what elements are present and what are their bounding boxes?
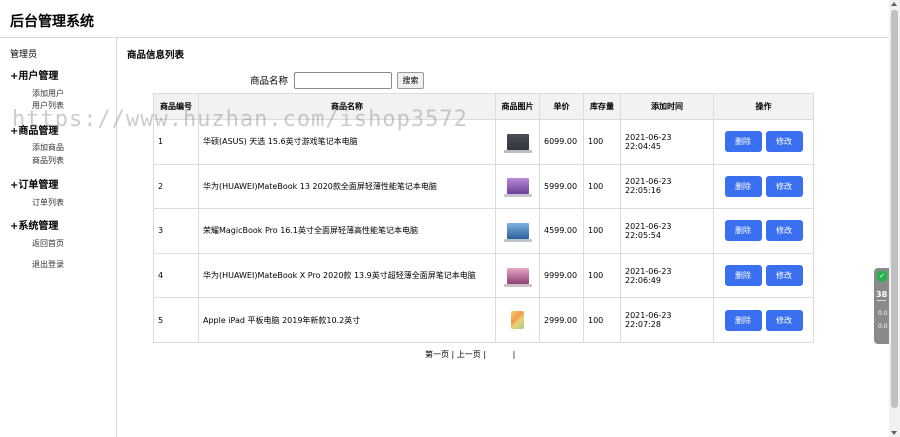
cell-image (495, 297, 540, 343)
col-header-actions: 操作 (713, 93, 814, 120)
search-button[interactable]: 搜索 (397, 71, 425, 89)
vertical-scrollbar[interactable] (889, 0, 900, 437)
edit-button[interactable]: 修改 (765, 265, 803, 287)
first-page-link[interactable]: 第一页 (425, 350, 449, 359)
cell-price: 2999.00 (539, 297, 584, 343)
cell-price: 6099.00 (539, 119, 584, 165)
cell-image (495, 208, 540, 254)
cell-time: 2021-06-23 22:05:54 (620, 208, 714, 254)
watermark-text: https://www.huzhan.com/ishop3572 (12, 107, 468, 132)
cell-time: 2021-06-23 22:07:28 (620, 297, 714, 343)
scrollbar-thumb[interactable] (891, 10, 898, 408)
sidebar-item-product-list[interactable]: 商品列表 (32, 155, 64, 166)
cell-name: Apple iPad 平板电脑 2019年新款10.2英寸 (198, 297, 496, 343)
sidebar-item-home[interactable]: 返回首页 (32, 238, 64, 249)
edit-button[interactable]: 修改 (765, 175, 803, 197)
table-row: 2 华为(HUAWEI)MateBook 13 2020款全面屏轻薄性能笔记本电… (153, 163, 814, 210)
search-input[interactable] (294, 71, 393, 89)
product-image (503, 222, 532, 242)
cell-name: 华为(HUAWEI)MateBook X Pro 2020款 13.9英寸超轻薄… (198, 252, 496, 299)
cell-actions: 删除 修改 (713, 208, 814, 254)
widget-number: 38 (876, 290, 888, 299)
cell-time: 2021-06-23 22:04:45 (620, 119, 714, 165)
product-image (503, 267, 532, 287)
cell-time: 2021-06-23 22:05:16 (620, 163, 714, 210)
cell-stock: 100 (583, 297, 621, 343)
delete-button[interactable]: 删除 (724, 309, 762, 331)
col-header-stock: 库存量 (583, 93, 621, 120)
delete-button[interactable]: 删除 (724, 131, 762, 153)
delete-button[interactable]: 删除 (724, 175, 762, 197)
col-header-image: 商品图片 (495, 93, 540, 120)
cell-stock: 100 (583, 163, 621, 210)
top-header: 后台管理系统 (0, 0, 889, 38)
cell-price: 5999.00 (539, 163, 584, 210)
pager-separator: | (512, 350, 516, 359)
system-title: 后台管理系统 (10, 14, 94, 30)
sidebar-group-system[interactable]: +系统管理 (10, 217, 58, 232)
cell-image (495, 163, 540, 210)
pager-separator: | (449, 350, 457, 359)
product-image (503, 178, 532, 198)
pager-separator: | (480, 350, 489, 359)
sidebar-item-order-list[interactable]: 订单列表 (32, 197, 64, 208)
cell-stock: 100 (583, 208, 621, 254)
table-row: 5 Apple iPad 平板电脑 2019年新款10.2英寸 2999.00 … (153, 297, 814, 343)
prev-page-link[interactable]: 上一页 (457, 350, 481, 359)
page-title: 商品信息列表 (127, 50, 185, 61)
cell-image (495, 119, 540, 165)
cell-stock: 100 (583, 119, 621, 165)
scroll-up-arrow-icon[interactable] (891, 2, 897, 6)
search-bar: 商品名称 搜索 (250, 71, 425, 89)
cell-id: 3 (153, 208, 199, 254)
floating-widget[interactable]: ✓ 38 0.0 0.0 (874, 268, 889, 344)
sidebar-group-user[interactable]: +用户管理 (10, 67, 58, 82)
delete-button[interactable]: 删除 (724, 220, 762, 242)
search-label: 商品名称 (250, 76, 289, 87)
admin-label: 管理员 (10, 50, 38, 60)
scroll-down-arrow-icon[interactable] (891, 431, 897, 435)
shield-check-icon: ✓ (877, 271, 887, 282)
widget-value-2: 0.0 (878, 323, 888, 330)
cell-id: 2 (153, 163, 199, 210)
product-image (503, 133, 532, 153)
widget-divider (877, 300, 886, 301)
cell-actions: 删除 修改 (713, 163, 814, 210)
col-header-time: 添加时间 (620, 93, 714, 120)
delete-button[interactable]: 删除 (724, 265, 762, 287)
table-row: 4 华为(HUAWEI)MateBook X Pro 2020款 13.9英寸超… (153, 252, 814, 299)
cell-id: 5 (153, 297, 199, 343)
cell-actions: 删除 修改 (713, 119, 814, 165)
cell-actions: 删除 修改 (713, 297, 814, 343)
cell-price: 4599.00 (539, 208, 584, 254)
edit-button[interactable]: 修改 (765, 309, 803, 331)
sidebar-group-order[interactable]: +订单管理 (10, 176, 58, 191)
cell-name: 华为(HUAWEI)MateBook 13 2020款全面屏轻薄性能笔记本电脑 (198, 163, 496, 210)
sidebar: 管理员 +用户管理 添加用户 用户列表 +商品管理 添加商品 商品列表 +订单管… (0, 38, 117, 437)
pagination: 第一页 | 上一页 | | (425, 349, 515, 360)
edit-button[interactable]: 修改 (765, 220, 803, 242)
sidebar-item-add-product[interactable]: 添加商品 (32, 142, 64, 153)
edit-button[interactable]: 修改 (765, 131, 803, 153)
widget-value-1: 0.0 (878, 310, 888, 317)
table-row: 3 荣耀MagicBook Pro 16.1英寸全面屏轻薄高性能笔记本电脑 45… (153, 208, 814, 254)
sidebar-item-logout[interactable]: 退出登录 (32, 259, 64, 270)
cell-image (495, 252, 540, 299)
cell-time: 2021-06-23 22:06:49 (620, 252, 714, 299)
main-content: 商品信息列表 商品名称 搜索 商品编号 商品名称 商品图片 单价 库存量 添加时… (117, 38, 889, 437)
cell-stock: 100 (583, 252, 621, 299)
sidebar-item-add-user[interactable]: 添加用户 (32, 88, 64, 99)
product-image (511, 311, 524, 330)
cell-price: 9999.00 (539, 252, 584, 299)
cell-name: 荣耀MagicBook Pro 16.1英寸全面屏轻薄高性能笔记本电脑 (198, 208, 496, 254)
cell-actions: 删除 修改 (713, 252, 814, 299)
page: 后台管理系统 管理员 +用户管理 添加用户 用户列表 +商品管理 添加商品 商品… (0, 0, 900, 437)
col-header-price: 单价 (539, 93, 584, 120)
cell-id: 4 (153, 252, 199, 299)
